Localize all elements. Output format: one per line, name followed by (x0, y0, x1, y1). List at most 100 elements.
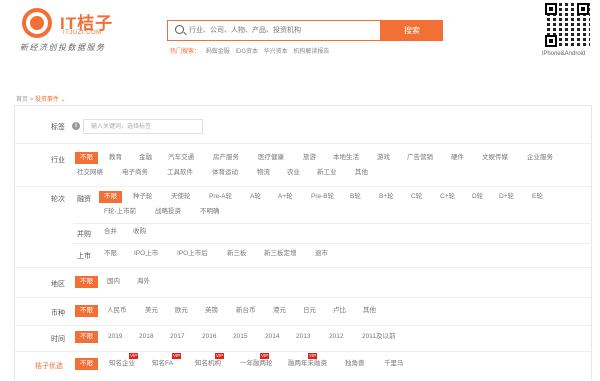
industry-option[interactable]: 房产服务 (213, 152, 239, 164)
listing-sublabel: 上市 (77, 253, 91, 260)
industry-option[interactable]: 工具软件 (167, 167, 193, 179)
financing-option[interactable]: 战略投资 (155, 206, 181, 218)
info-icon[interactable]: i (72, 122, 80, 130)
time-option[interactable]: 2016 (202, 331, 216, 343)
orange-slice-logo-icon[interactable] (22, 8, 52, 38)
industry-option[interactable]: 硬件 (451, 152, 464, 164)
industry-option[interactable]: 旅游 (303, 152, 316, 164)
currency-option[interactable]: 美元 (145, 305, 158, 317)
juzi-option[interactable]: 融两年未融资 (288, 358, 327, 370)
divider (15, 143, 591, 144)
hot-search-link[interactable]: 华兴资本 (264, 49, 288, 55)
divider (15, 297, 591, 298)
financing-option[interactable]: A+轮 (278, 191, 293, 203)
time-option[interactable]: 2013 (296, 331, 310, 343)
industry-option[interactable]: 电子商务 (122, 167, 148, 179)
financing-option[interactable]: D+轮 (499, 191, 514, 203)
time-option[interactable]: 2017 (170, 331, 184, 343)
currency-option[interactable]: 欧元 (175, 305, 188, 317)
currency-option[interactable]: 港元 (273, 305, 286, 317)
industry-option[interactable]: 广告营销 (407, 152, 433, 164)
financing-option[interactable]: 不限 (99, 191, 122, 203)
listing-option[interactable]: IPO上市 (134, 248, 158, 260)
time-option[interactable]: 2019 (108, 331, 122, 343)
currency-option[interactable]: 人民币 (107, 305, 127, 317)
currency-option[interactable]: 其他 (363, 305, 376, 317)
hot-search-link[interactable]: IDG资本 (235, 49, 258, 55)
listing-option[interactable]: IPO上市后 (177, 248, 208, 260)
industry-option[interactable]: 新工业 (317, 167, 337, 179)
financing-option[interactable]: Pre-A轮 (209, 191, 232, 203)
financing-option[interactable]: E轮 (532, 191, 543, 203)
juzi-option[interactable]: 知名机构 (195, 358, 221, 370)
financing-option[interactable]: C轮 (411, 191, 422, 203)
financing-option[interactable]: F轮-上市前 (104, 206, 136, 218)
listing-option[interactable]: 不限 (104, 248, 117, 260)
hot-searches: 热门搜索： 蚂蚁金服 IDG资本 华兴资本 机构解读报告 (170, 46, 333, 55)
juzi-option[interactable]: 知名FA (152, 358, 173, 370)
time-option[interactable]: 2011及以前 (362, 331, 395, 343)
currency-option[interactable]: 卢比 (333, 305, 346, 317)
juzi-option[interactable]: 一年融两轮 (240, 358, 273, 370)
industry-option[interactable]: 本地生活 (333, 152, 359, 164)
breadcrumb-home[interactable]: 首页 (16, 97, 28, 103)
listing-option[interactable]: 退市 (315, 248, 328, 260)
breadcrumb-current[interactable]: 投资事件 (35, 97, 59, 103)
financing-option[interactable]: 不明确 (200, 206, 220, 218)
search-button[interactable]: 搜索 (381, 20, 443, 41)
industry-option[interactable]: 汽车交通 (168, 152, 194, 164)
financing-option[interactable]: 种子轮 (133, 191, 153, 203)
region-option[interactable]: 国内 (107, 276, 120, 288)
financing-option[interactable]: D轮 (472, 191, 483, 203)
hot-search-link[interactable]: 蚂蚁金服 (206, 49, 230, 55)
merger-option[interactable]: 收购 (133, 226, 146, 238)
industry-option[interactable]: 不限 (75, 152, 98, 164)
currency-option[interactable]: 英镑 (205, 305, 218, 317)
currency-option[interactable]: 日元 (303, 305, 316, 317)
currency-filter-label: 币种 (51, 310, 65, 317)
financing-option[interactable]: B轮 (350, 191, 361, 203)
industry-option[interactable]: 社交网络 (77, 167, 103, 179)
financing-option[interactable]: C+轮 (440, 191, 455, 203)
financing-option[interactable]: Pre-B轮 (311, 191, 334, 203)
industry-option[interactable]: 物流 (257, 167, 270, 179)
financing-option[interactable]: 天使轮 (171, 191, 191, 203)
divider (15, 186, 591, 187)
financing-option[interactable]: B+轮 (379, 191, 394, 203)
industry-option[interactable]: 教育 (109, 152, 122, 164)
industry-option[interactable]: 农业 (287, 167, 300, 179)
region-option[interactable]: 海外 (137, 276, 150, 288)
tag-search-input[interactable] (91, 120, 201, 133)
juzi-option[interactable]: 不限 (75, 358, 98, 370)
hot-search-link[interactable]: 机构解读报告 (293, 49, 329, 55)
industry-option[interactable]: 文娱传媒 (482, 152, 508, 164)
industry-option[interactable]: 医疗健康 (258, 152, 284, 164)
currency-option[interactable]: 新台币 (236, 305, 256, 317)
merger-option[interactable]: 合并 (104, 226, 117, 238)
region-option[interactable]: 不限 (75, 276, 98, 288)
industry-option[interactable]: 游戏 (377, 152, 390, 164)
chevron-down-icon[interactable]: ⌄ (61, 97, 66, 103)
juzi-option[interactable]: 千里马 (384, 358, 404, 370)
time-option[interactable]: 不限 (75, 331, 98, 343)
qr-caption: iPhone&Android (542, 51, 586, 57)
industry-option[interactable]: 金融 (139, 152, 152, 164)
time-option[interactable]: 2014 (265, 331, 279, 343)
industry-option[interactable]: 体育运动 (212, 167, 238, 179)
juzi-option[interactable]: 独角兽 (345, 358, 365, 370)
financing-option[interactable]: A轮 (250, 191, 261, 203)
time-option[interactable]: 2012 (329, 331, 343, 343)
search-input[interactable] (189, 23, 379, 38)
time-option[interactable]: 2018 (139, 331, 153, 343)
tag-filter-label: 标签 (51, 124, 65, 131)
juzi-option[interactable]: 知名企业 (109, 358, 135, 370)
search-icon (175, 25, 184, 34)
listing-option[interactable]: 新三板定增 (264, 248, 297, 260)
divider (15, 351, 591, 352)
industry-option[interactable]: 其他 (355, 167, 368, 179)
currency-option[interactable]: 不限 (75, 305, 98, 317)
industry-option[interactable]: 企业服务 (527, 152, 553, 164)
vip-badge: VIP (172, 353, 182, 359)
time-option[interactable]: 2015 (233, 331, 247, 343)
listing-option[interactable]: 新三板 (227, 248, 247, 260)
